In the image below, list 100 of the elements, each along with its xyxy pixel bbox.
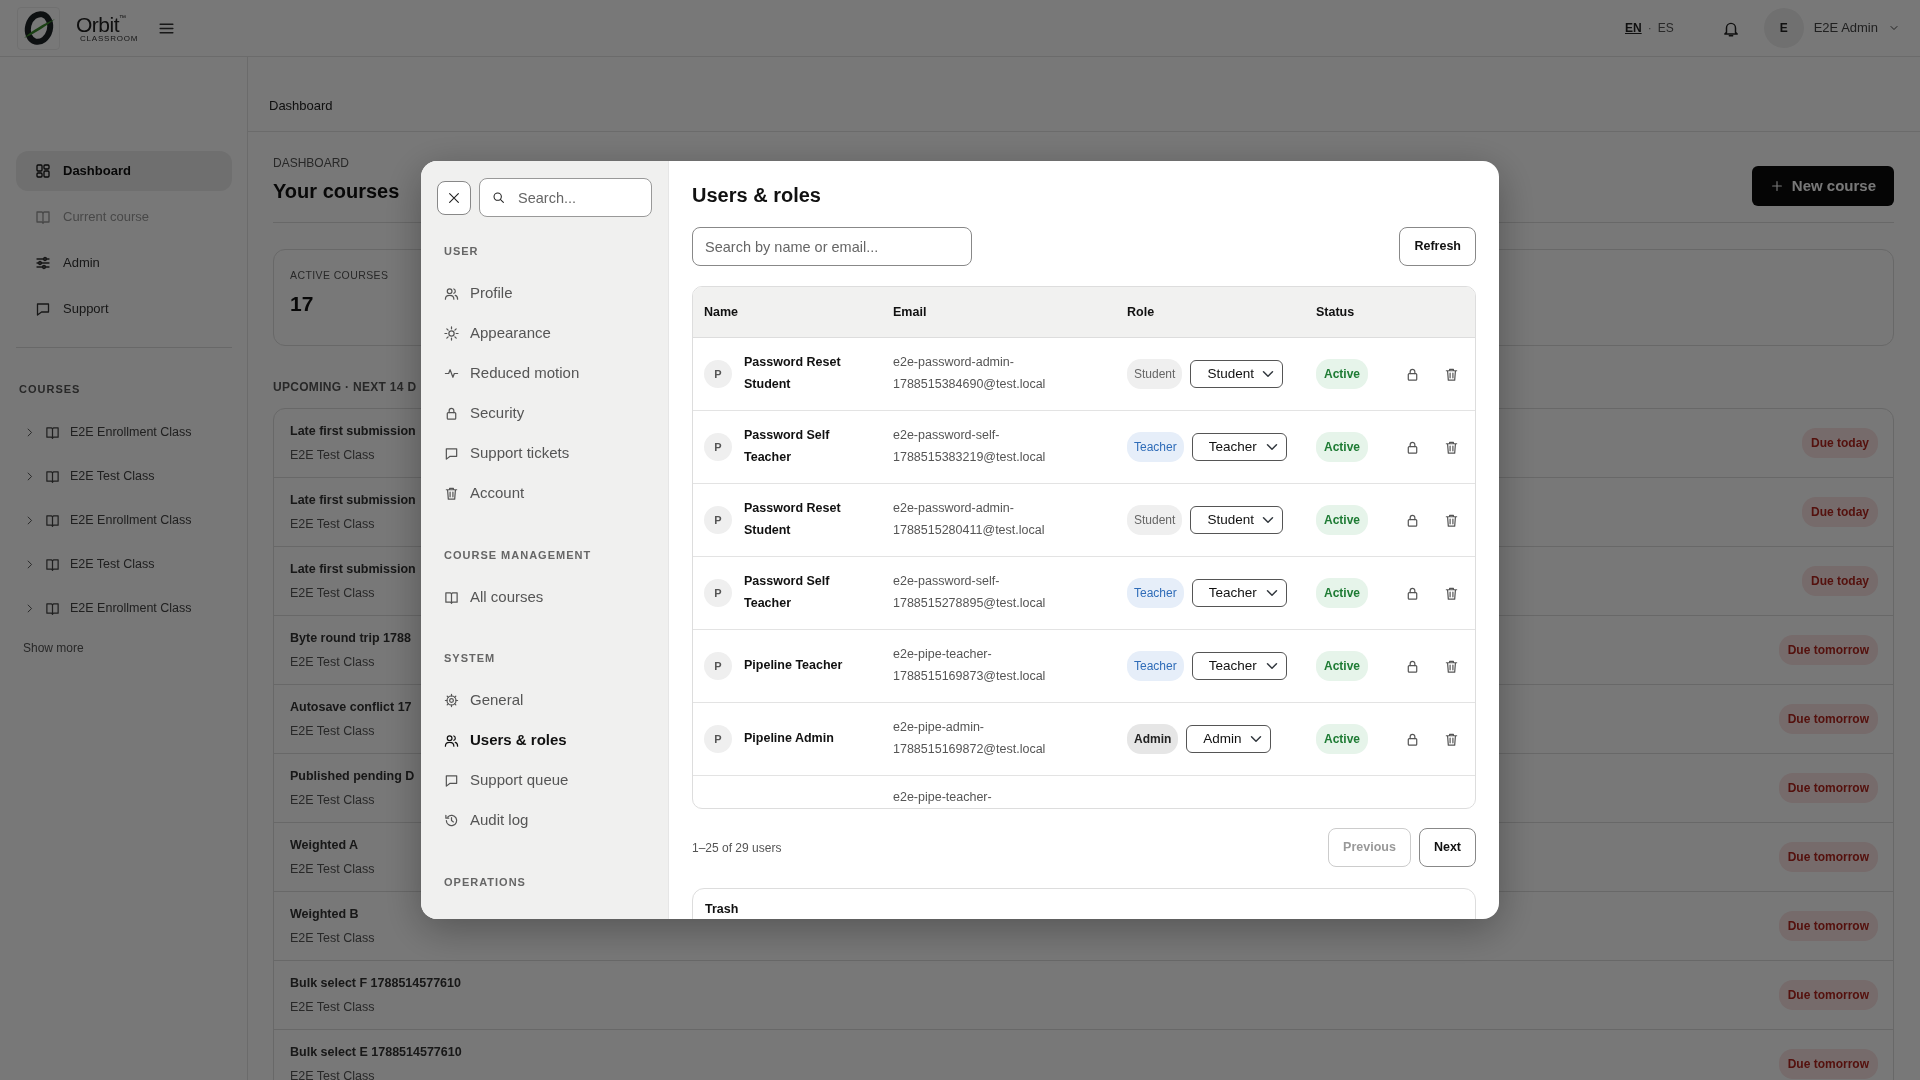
course-tree-item[interactable]: E2E Enrollment Class [16,586,232,631]
settings-nav-item[interactable]: Users & roles [437,720,652,761]
assignment-title: Weighted A [290,836,360,854]
assignment-title: Late first submission [290,422,416,440]
course-name: E2E Test Class [290,929,375,947]
chat-bubble-icon [444,446,459,461]
due-badge: Due today [1802,566,1878,596]
assignment-title: Byte round trip 1788 [290,629,411,647]
trash-icon [1444,513,1459,529]
due-badge: Due tomorrow [1778,911,1878,941]
trash-icon [1444,586,1459,602]
user-name: Password Self Teacher [744,427,831,466]
lock-icon [1405,732,1420,748]
course-name: E2E Test Class [290,998,376,1016]
role-select[interactable]: Student [1190,360,1284,388]
course-name: E2E Test Class [290,860,375,878]
user-search-field[interactable]: Search by name or email... [692,227,972,266]
section-heading: OPERATIONS [444,874,527,890]
refresh-button[interactable]: Refresh [1399,227,1476,266]
settings-nav-item[interactable]: Support queue [437,760,652,801]
lock-icon [1405,440,1420,456]
status-badge: Active [1316,578,1369,608]
role-select[interactable]: Student [1190,506,1284,534]
user-avatar: P [704,579,732,607]
settings-nav-item[interactable]: Account [437,473,652,514]
course-name: E2E Test Class [290,722,376,740]
role-select[interactable]: Admin [1186,725,1272,753]
sliders-icon [35,255,51,271]
assignment-title: Published pending D [290,767,415,785]
course-name: E2E Test Class [290,791,376,809]
lock-icon [444,406,459,421]
settings-nav-item[interactable]: Appearance [437,313,652,354]
user-name: Pipeline Teacher [744,657,843,675]
settings-nav-item[interactable]: Reduced motion [437,353,652,394]
status-badge: Active [1316,359,1369,389]
column-header: Name [703,303,740,321]
user-name: Password Reset Student [744,354,842,393]
user-email: e2e-pipe-admin-1788515169872@test.local [893,719,1047,758]
role-select[interactable]: Teacher [1191,579,1287,607]
course-tree-item[interactable]: E2E Test Class [16,542,232,587]
status-badge: Active [1316,724,1369,754]
settings-nav-item[interactable]: Profile [437,273,652,314]
user-email: e2e-password-admin-1788515280411@test.local [893,500,1046,539]
user-avatar: P [704,506,732,534]
user-menu-button[interactable]: E E2E Admin [1763,8,1900,48]
sidebar-nav-item[interactable]: Support [16,289,232,329]
show-more-link[interactable]: Show more [23,638,84,657]
user-name: Pipeline Admin [744,730,834,748]
settings-nav-item[interactable]: General [437,680,652,721]
users-icon [444,286,459,301]
role-select[interactable]: Teacher [1191,652,1287,680]
sidebar-nav-item[interactable]: Admin [16,243,232,283]
settings-nav-item[interactable]: All courses [437,577,652,617]
next-button[interactable]: Next [1418,828,1476,867]
settings-nav-item[interactable]: Support tickets [437,433,652,474]
book-icon [45,425,60,440]
user-email: e2e-password-self-1788515278895@test.local [893,573,1047,612]
course-name: E2E Test Class [290,515,376,533]
logo-icon [17,6,60,50]
settings-nav-item[interactable]: Audit log [437,800,652,841]
close-button[interactable] [437,180,471,215]
status-badge: Active [1316,505,1369,535]
settings-search-field[interactable]: Search... [479,178,652,217]
users-icon [444,733,459,748]
status-badge: Active [1316,651,1369,681]
settings-nav-item[interactable]: Security [437,393,652,434]
due-badge: Due today [1802,428,1878,458]
trash-icon [444,486,459,501]
due-badge: Due tomorrow [1778,980,1878,1010]
stat-label: ACTIVE COURSES [290,268,389,283]
assignment-title: Weighted B [290,905,360,923]
section-heading: UPCOMING · NEXT 14 D [273,379,417,396]
stat-value: 17 [290,290,314,317]
assignment-title: Autosave conflict 17 [290,698,412,716]
page-eyebrow: DASHBOARD [273,155,350,172]
course-tree-item[interactable]: E2E Test Class [16,454,232,499]
role-select[interactable]: Teacher [1191,433,1287,461]
status-badge: Active [1316,432,1369,462]
sidebar-nav-item[interactable]: Dashboard [16,151,232,191]
course-name: E2E Test Class [290,653,376,671]
new-course-button[interactable]: New course [1751,165,1894,206]
assignment-title: Bulk select F 1788514577610 [290,974,461,992]
language-link[interactable]: EN [1625,19,1642,37]
due-badge: Due tomorrow [1778,635,1878,665]
book-icon [45,513,60,528]
dialog-title: Users & roles [692,183,822,207]
section-heading: COURSES [19,382,82,397]
lock-icon [1405,367,1420,383]
course-tree-item[interactable]: E2E Enrollment Class [16,498,232,543]
book-icon [45,601,60,616]
history-icon [444,813,459,828]
assignment-title: Late first submission [290,491,416,509]
user-name: Password Reset Student [744,500,842,539]
lock-icon [1405,659,1420,675]
book-icon [45,469,60,484]
role-badge: Teacher [1127,651,1184,681]
assignment-title: Bulk select E 1788514577610 [290,1043,462,1061]
role-badge: Student [1127,359,1183,389]
trash-icon [1444,440,1459,456]
course-tree-item[interactable]: E2E Enrollment Class [16,410,232,455]
